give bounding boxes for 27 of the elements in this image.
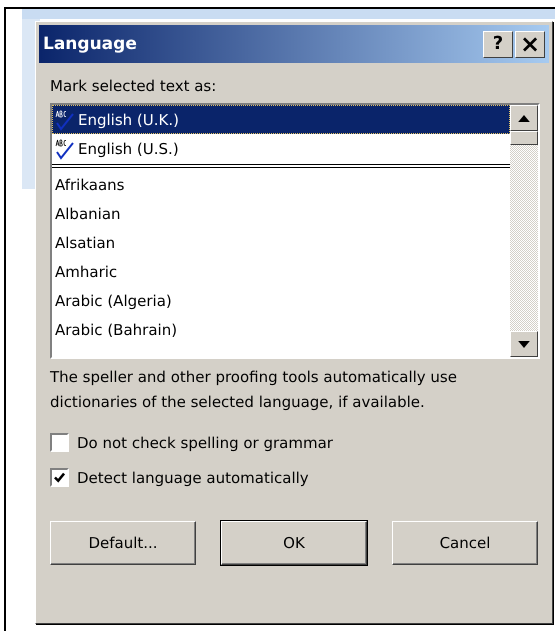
checkbox[interactable]	[50, 468, 69, 487]
list-item[interactable]: Arabic (Algeria)	[52, 286, 510, 315]
list-item[interactable]: Amharic	[52, 257, 510, 286]
help-button[interactable]: ?	[483, 30, 513, 58]
close-button[interactable]: ×	[515, 30, 545, 58]
up-arrow-icon	[518, 114, 530, 122]
scroll-thumb[interactable]	[510, 131, 538, 145]
description-text: The speller and other proofing tools automatically use dictionaries of the selected language, if available.	[50, 367, 458, 413]
list-item[interactable]: Arabic (Bahrain)	[52, 315, 510, 344]
checkbox[interactable]	[50, 433, 69, 452]
checkbox-label: Do not check spelling or grammar	[77, 434, 333, 452]
scroll-up-button[interactable]	[510, 105, 538, 131]
scroll-down-button[interactable]	[510, 331, 538, 357]
checkbox-label: Detect language automatically	[77, 468, 309, 486]
scrollbar[interactable]	[510, 105, 538, 357]
list-item[interactable]: English (U.S.)	[52, 134, 510, 163]
cancel-button[interactable]: Cancel	[392, 521, 538, 565]
list-item[interactable]: English (U.K.)	[52, 105, 510, 134]
default-button[interactable]: Default...	[50, 521, 196, 565]
list-label: Mark selected text as:	[50, 77, 218, 95]
down-arrow-icon	[518, 340, 530, 348]
list-item[interactable]: Albanian	[52, 199, 510, 228]
window-title: Language	[43, 34, 137, 54]
check-icon	[53, 471, 66, 484]
ok-button[interactable]: OK	[221, 521, 367, 565]
list-item[interactable]: Afrikaans	[52, 170, 510, 199]
list-item[interactable]: Alsatian	[52, 228, 510, 257]
